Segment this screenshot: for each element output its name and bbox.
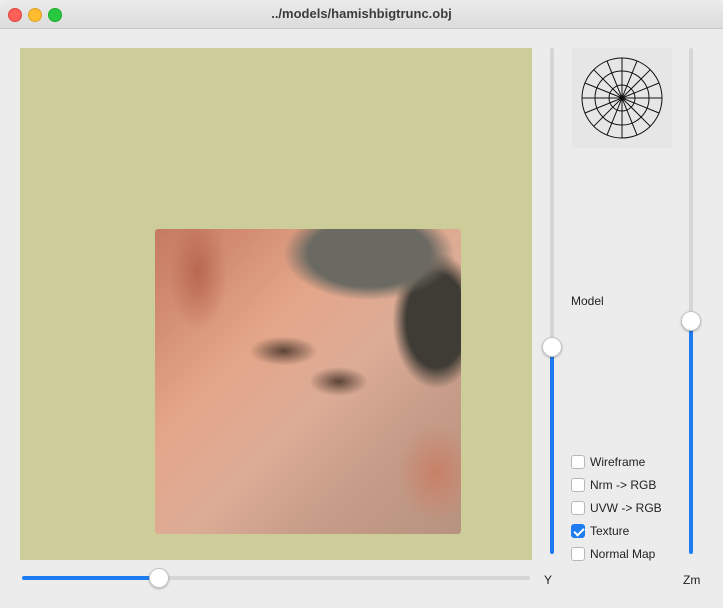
y-slider[interactable] <box>542 48 562 554</box>
wireframe-checkbox[interactable] <box>571 455 585 469</box>
slider-fill <box>22 576 160 580</box>
texture-option[interactable]: Texture <box>571 523 629 539</box>
slider-knob[interactable] <box>542 336 562 357</box>
nrm-rgb-option[interactable]: Nrm -> RGB <box>571 477 656 493</box>
textured-model-render <box>155 229 461 534</box>
normal-map-checkbox[interactable] <box>571 547 585 561</box>
y-slider-label: Y <box>544 573 553 587</box>
zoom-slider[interactable] <box>681 48 701 554</box>
nrm-rgb-label: Nrm -> RGB <box>590 478 657 492</box>
nrm-rgb-checkbox[interactable] <box>571 478 585 492</box>
normal-map-option[interactable]: Normal Map <box>571 546 655 562</box>
normal-map-label: Normal Map <box>590 547 656 561</box>
wireframe-label: Wireframe <box>590 455 646 469</box>
slider-fill <box>689 321 693 554</box>
texture-checkbox[interactable] <box>571 524 585 538</box>
slider-fill <box>550 346 554 554</box>
uvw-rgb-label: UVW -> RGB <box>590 501 662 515</box>
render-viewport[interactable] <box>20 48 532 560</box>
texture-label: Texture <box>590 524 630 538</box>
app-window: ../models/hamishbigtrunc.obj Y Model Wir… <box>0 0 723 608</box>
model-section-label: Model <box>571 294 604 308</box>
title-bar: ../models/hamishbigtrunc.obj <box>0 0 723 29</box>
rotation-sphere-icon[interactable] <box>572 48 672 148</box>
uvw-rgb-checkbox[interactable] <box>571 501 585 515</box>
zoom-slider-label: Zm <box>683 573 701 587</box>
slider-knob[interactable] <box>681 311 701 332</box>
horizontal-rotation-slider[interactable] <box>22 568 530 588</box>
uvw-rgb-option[interactable]: UVW -> RGB <box>571 500 662 516</box>
window-title: ../models/hamishbigtrunc.obj <box>271 6 452 21</box>
wireframe-option[interactable]: Wireframe <box>571 454 645 470</box>
slider-knob[interactable] <box>149 568 170 588</box>
